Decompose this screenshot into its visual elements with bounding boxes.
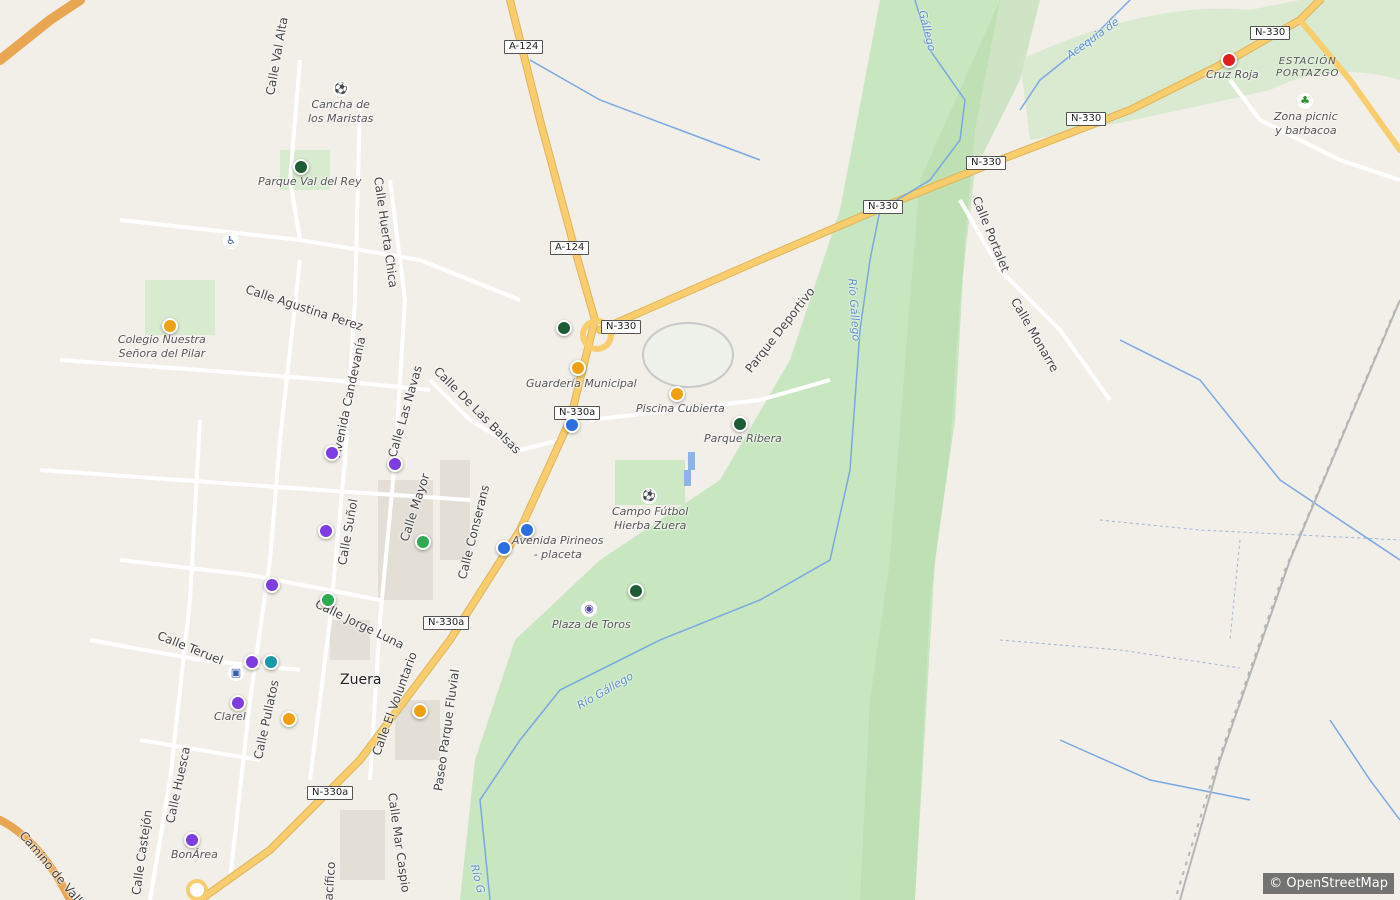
map-marker-park[interactable] xyxy=(628,583,644,599)
map-marker-school[interactable] xyxy=(162,318,178,334)
label-estacion-portazgo: ESTACIÓN PORTAZGO xyxy=(1276,56,1340,79)
map-marker-shop[interactable] xyxy=(387,456,403,472)
map-marker-shop[interactable] xyxy=(324,445,340,461)
shield-a124-south: A-124 xyxy=(550,241,590,255)
label-parque-ribera: Parque Ribera xyxy=(704,432,782,445)
map-marker-emergency[interactable] xyxy=(1221,52,1237,68)
map-marker-health[interactable] xyxy=(263,654,279,670)
map-marker-transport[interactable] xyxy=(496,540,512,556)
shield-a124-north: A-124 xyxy=(504,40,544,54)
label-cancha-maristas: Cancha de los Maristas xyxy=(308,98,374,125)
athletics-track xyxy=(642,322,734,388)
map-marker-leisure[interactable] xyxy=(415,534,431,550)
label-avenida-pirineos: Avenida Pirineos - placeta xyxy=(512,534,604,561)
label-parque-val-del-rey: Parque Val del Rey xyxy=(258,175,362,188)
label-plaza-toros: Plaza de Toros xyxy=(552,618,631,631)
bullring-icon: ◉ xyxy=(581,601,597,617)
pool-2 xyxy=(684,470,691,486)
shield-n330-4: N-330 xyxy=(1250,26,1291,40)
label-piscina: Piscina Cubierta xyxy=(636,402,725,415)
sport-pitch-icon: ⚽ xyxy=(641,488,657,504)
canals-dashed xyxy=(999,519,1400,669)
town-label: Zuera xyxy=(340,672,382,688)
pool-1 xyxy=(688,452,695,470)
shield-n330a-2: N-330a xyxy=(423,616,470,630)
map-marker-transport[interactable] xyxy=(519,522,535,538)
map-marker-park[interactable] xyxy=(293,159,309,175)
label-campo-futbol: Campo Fútbol Hierba Zuera xyxy=(612,505,689,532)
label-clarel: Clarel xyxy=(214,710,246,723)
map-marker-park[interactable] xyxy=(556,320,572,336)
map-marker-amenity[interactable] xyxy=(281,711,297,727)
bus-stop-icon: ▣ xyxy=(228,665,244,681)
roundabout-south xyxy=(186,879,208,900)
label-guarderia: Guardería Municipal xyxy=(526,377,637,390)
shield-n330-3: N-330 xyxy=(1066,112,1107,126)
map[interactable]: A-124 A-124 N-330 N-330 N-330 N-330 N-33… xyxy=(0,0,1400,900)
map-marker-park[interactable] xyxy=(732,416,748,432)
map-marker-amenity[interactable] xyxy=(412,703,428,719)
map-marker-public[interactable] xyxy=(570,360,586,376)
sport-pitch-icon: ⚽ xyxy=(333,81,349,97)
shield-n330a-3: N-330a xyxy=(307,786,354,800)
map-marker-shop[interactable] xyxy=(184,832,200,848)
park-patch-colegio xyxy=(145,280,215,335)
map-basemap xyxy=(0,0,1400,900)
label-cruz-roja: Cruz Roja xyxy=(1206,68,1259,81)
map-marker-shop[interactable] xyxy=(230,695,246,711)
map-marker-leisure[interactable] xyxy=(320,592,336,608)
accessibility-icon: ♿ xyxy=(223,233,239,249)
shield-n330-1: N-330 xyxy=(863,200,904,214)
label-zona-picnic: Zona picnic y barbacoa xyxy=(1274,110,1338,137)
map-marker-shop[interactable] xyxy=(318,523,334,539)
map-marker-shop[interactable] xyxy=(244,654,260,670)
street-pacifico: Pacífico xyxy=(321,861,339,900)
label-bonarea: BonÁrea xyxy=(171,848,218,861)
map-marker-sport[interactable] xyxy=(669,386,685,402)
label-colegio: Colegio Nuestra Señora del Pilar xyxy=(118,333,206,360)
attribution[interactable]: © OpenStreetMap xyxy=(1263,873,1394,894)
map-marker-transport[interactable] xyxy=(564,417,580,433)
map-marker-shop[interactable] xyxy=(264,577,280,593)
shield-n330-roundabout: N-330 xyxy=(601,320,642,334)
picnic-icon: ♣ xyxy=(1297,93,1313,109)
shield-n330-2: N-330 xyxy=(966,156,1007,170)
